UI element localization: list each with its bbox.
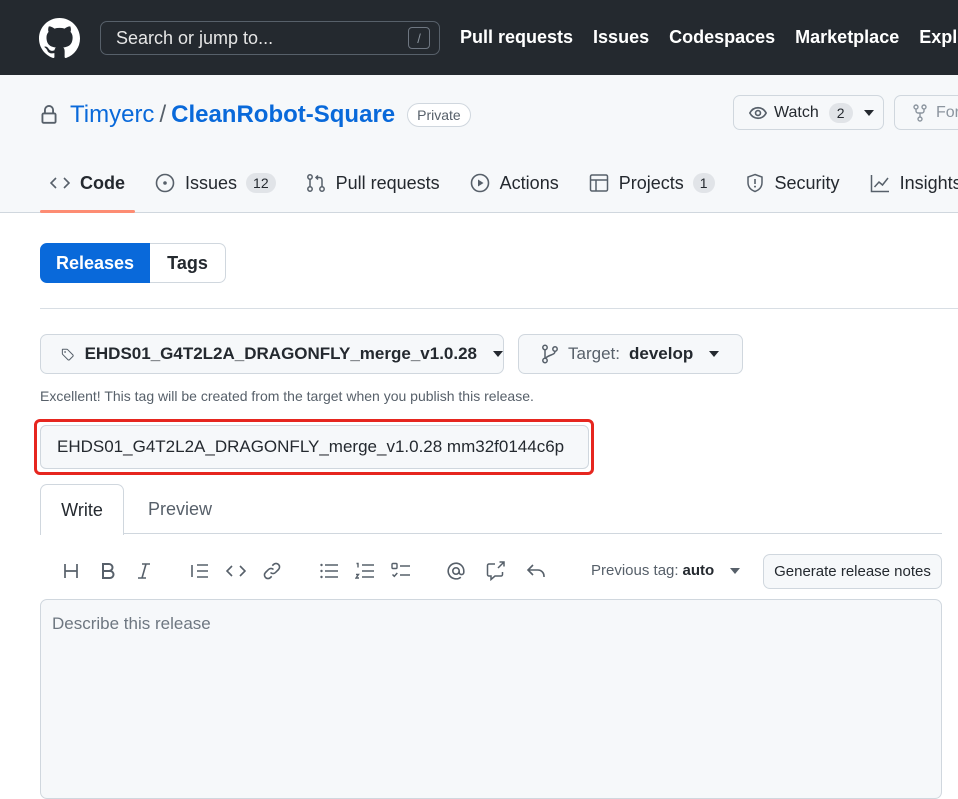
previous-tag-value: auto [682, 562, 715, 579]
play-icon [470, 173, 489, 193]
releases-button[interactable]: Releases [40, 243, 150, 283]
watch-button[interactable]: Watch 2 [733, 95, 884, 130]
mention-icon[interactable] [445, 560, 467, 582]
search-placeholder: Search or jump to... [116, 27, 274, 48]
target-branch: develop [628, 344, 694, 363]
github-logo-icon[interactable] [39, 18, 80, 59]
visibility-badge: Private [407, 103, 471, 127]
quote-icon[interactable] [189, 560, 211, 582]
nav-explore[interactable]: Explore [919, 27, 958, 48]
release-description-textarea[interactable]: Describe this release [40, 599, 942, 799]
tab-security-label: Security [774, 172, 840, 193]
tab-code-label: Code [80, 172, 125, 193]
fork-button[interactable]: Fork [894, 95, 958, 130]
lock-icon [41, 105, 57, 124]
tab-actions[interactable]: Actions [460, 159, 569, 207]
tag-hint-text: Excellent! This tag will be created from… [40, 388, 534, 404]
repo-separator: / [159, 101, 167, 128]
graph-icon [870, 175, 889, 193]
tab-code[interactable]: Code [40, 159, 135, 213]
tab-projects[interactable]: Projects 1 [579, 159, 725, 207]
release-title-input[interactable]: EHDS01_G4T2L2A_DRAGONFLY_merge_v1.0.28 m… [40, 425, 589, 469]
issue-icon [155, 173, 175, 193]
italic-icon[interactable] [133, 560, 155, 582]
repo-tabs: Code Issues 12 Pull requests Actions Pro… [40, 159, 958, 213]
tab-issues[interactable]: Issues 12 [145, 159, 286, 207]
bold-icon[interactable] [97, 560, 119, 582]
global-nav: Pull requests Issues Codespaces Marketpl… [460, 27, 958, 48]
target-select-button[interactable]: Target: develop [518, 334, 743, 374]
pull-request-icon [306, 174, 325, 192]
task-list-icon[interactable] [390, 560, 412, 582]
markdown-toolbar: Previous tag: auto Generate release note… [40, 552, 942, 590]
repo-title: Timyerc / CleanRobot-Square Private [39, 101, 471, 129]
shield-icon [746, 173, 763, 193]
tab-actions-label: Actions [499, 172, 559, 193]
tab-issues-label: Issues [185, 172, 238, 193]
tab-insights[interactable]: Insights [860, 159, 958, 207]
chevron-down-icon [863, 109, 874, 116]
tab-security[interactable]: Security [735, 159, 850, 207]
repo-owner-link[interactable]: Timyerc [70, 101, 154, 129]
repo-name-link[interactable]: CleanRobot-Square [171, 101, 395, 129]
tag-select-button[interactable]: EHDS01_G4T2L2A_DRAGONFLY_merge_v1.0.28 [40, 334, 504, 374]
code-icon[interactable] [225, 560, 247, 582]
chevron-down-icon [730, 567, 741, 574]
watch-count: 2 [828, 102, 853, 123]
editor-tabs: Write Preview [40, 484, 942, 535]
previous-tag-label: Previous tag: [591, 562, 679, 579]
tab-pull-requests[interactable]: Pull requests [296, 159, 450, 207]
nav-marketplace[interactable]: Marketplace [795, 27, 899, 48]
fork-label: Fork [936, 103, 958, 121]
ordered-list-icon[interactable] [354, 560, 376, 582]
chevron-down-icon [709, 351, 720, 357]
tab-projects-label: Projects [618, 172, 684, 193]
heading-icon[interactable] [60, 560, 82, 582]
repo-header: Timyerc / CleanRobot-Square Private Watc… [0, 75, 958, 213]
tab-write[interactable]: Write [40, 484, 124, 535]
projects-count: 1 [692, 173, 715, 193]
unordered-list-icon[interactable] [318, 560, 340, 582]
issues-count: 12 [246, 173, 276, 193]
chevron-down-icon [493, 351, 503, 357]
target-label: Target: [568, 344, 620, 363]
tag-name: EHDS01_G4T2L2A_DRAGONFLY_merge_v1.0.28 [84, 344, 477, 363]
previous-tag-select[interactable]: Previous tag: auto [591, 562, 741, 579]
tab-preview[interactable]: Preview [136, 484, 224, 535]
releases-tags-switch: Releases Tags [40, 243, 226, 283]
reply-icon[interactable] [525, 560, 547, 582]
search-input[interactable]: Search or jump to... / [100, 21, 440, 55]
branch-icon [542, 344, 558, 364]
global-header: Search or jump to... / Pull requests Iss… [0, 0, 958, 75]
nav-codespaces[interactable]: Codespaces [669, 27, 775, 48]
watch-label: Watch [774, 103, 819, 121]
slash-shortcut-icon: / [408, 27, 430, 49]
tab-insights-label: Insights [899, 172, 958, 193]
table-icon [589, 174, 608, 192]
eye-icon [748, 106, 768, 119]
nav-pull-requests[interactable]: Pull requests [460, 27, 573, 48]
fork-icon [913, 103, 927, 122]
tag-icon [61, 348, 74, 361]
cross-reference-icon[interactable] [485, 560, 507, 582]
nav-issues[interactable]: Issues [593, 27, 649, 48]
code-icon [50, 177, 70, 189]
tab-pull-requests-label: Pull requests [335, 172, 440, 193]
tags-button[interactable]: Tags [150, 243, 226, 283]
section-divider [40, 308, 958, 309]
link-icon[interactable] [261, 560, 283, 582]
generate-release-notes-button[interactable]: Generate release notes [763, 554, 942, 589]
